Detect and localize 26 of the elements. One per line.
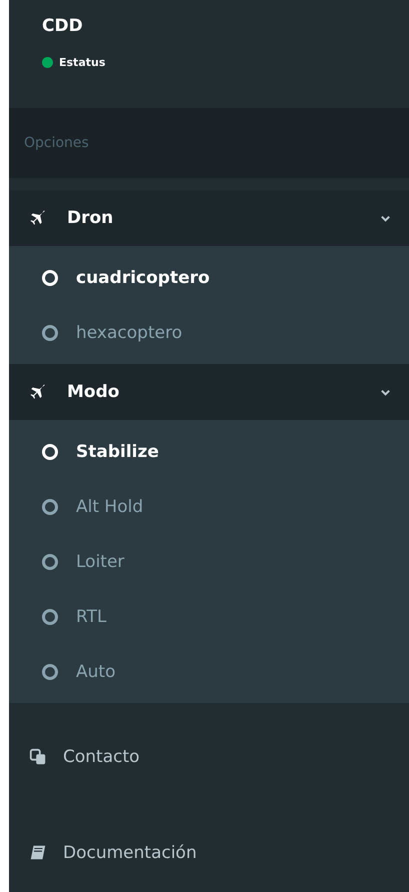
copy-icon [29,748,47,766]
submenu-item[interactable]: cuadricoptero [9,250,409,305]
airplane-icon [29,383,47,401]
circle-icon [42,608,58,624]
submenu-item[interactable]: RTL [9,589,409,644]
circle-icon [42,498,58,514]
status-dot [42,57,53,68]
circle-icon [42,664,58,680]
menu-header[interactable]: Modo [9,364,409,420]
menu-header[interactable]: Dron [9,190,409,246]
circle-icon [42,324,58,340]
airplane-icon [29,209,47,227]
menu-link[interactable]: Documentación [9,825,409,881]
circle-icon [42,270,58,286]
submenu-item[interactable]: Alt Hold [9,479,409,534]
status-text: Estatus [59,56,106,69]
circle-icon [42,444,58,460]
submenu-item[interactable]: Auto [9,644,409,699]
submenu-item[interactable]: Loiter [9,534,409,589]
submenu-item[interactable]: Stabilize [9,424,409,479]
user-name: CDD [42,16,84,36]
circle-icon [42,554,58,570]
section-header: Opciones [24,135,89,151]
submenu-item[interactable]: hexacoptero [9,305,409,360]
book-icon [29,844,47,862]
menu-link[interactable]: Contacto [9,729,409,785]
